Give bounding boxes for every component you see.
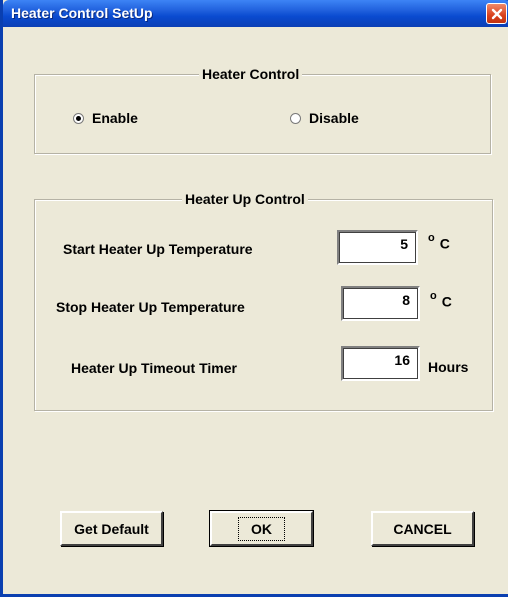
disable-radio[interactable]: Disable (290, 110, 359, 126)
enable-radio-indicator (73, 112, 84, 124)
disable-radio-label: Disable (309, 110, 359, 126)
dialog-body: Heater Control Enable Disable Heater Up … (6, 27, 508, 594)
stop-temp-unit: oC (430, 290, 452, 310)
heater-up-control-legend: Heater Up Control (182, 191, 308, 207)
dialog-window: Heater Control SetUp Heater Control Enab… (0, 0, 508, 597)
window-title: Heater Control SetUp (11, 5, 153, 21)
disable-radio-indicator (290, 112, 301, 124)
stop-temp-field[interactable]: 8 (341, 286, 420, 321)
cancel-label: CANCEL (393, 520, 452, 537)
heater-control-group: Heater Control Enable Disable (34, 66, 491, 154)
ok-button[interactable]: OK (209, 510, 314, 547)
close-button[interactable] (486, 3, 507, 24)
heater-control-legend: Heater Control (199, 66, 303, 82)
start-temp-degree: o (428, 232, 435, 244)
timeout-timer-field[interactable]: 16 (341, 346, 420, 381)
start-temp-unit: oC (428, 232, 450, 252)
enable-radio-label: Enable (92, 110, 138, 126)
get-default-button[interactable]: Get Default (60, 511, 163, 546)
stop-temp-unit-label: C (441, 293, 452, 310)
title-bar[interactable]: Heater Control SetUp (3, 0, 508, 27)
get-default-label: Get Default (74, 520, 149, 537)
ok-label: OK (238, 516, 285, 541)
start-temp-label: Start Heater Up Temperature (63, 241, 253, 257)
timeout-timer-label: Heater Up Timeout Timer (71, 360, 237, 376)
heater-up-control-group: Heater Up Control Start Heater Up Temper… (34, 191, 493, 411)
cancel-button[interactable]: CANCEL (371, 511, 474, 546)
timeout-timer-unit: Hours (428, 359, 469, 375)
enable-radio[interactable]: Enable (73, 110, 138, 126)
stop-temp-label: Stop Heater Up Temperature (56, 299, 245, 315)
start-temp-unit-label: C (439, 235, 450, 252)
close-icon (491, 8, 502, 19)
stop-temp-degree: o (430, 290, 437, 302)
start-temp-field[interactable]: 5 (337, 230, 418, 265)
